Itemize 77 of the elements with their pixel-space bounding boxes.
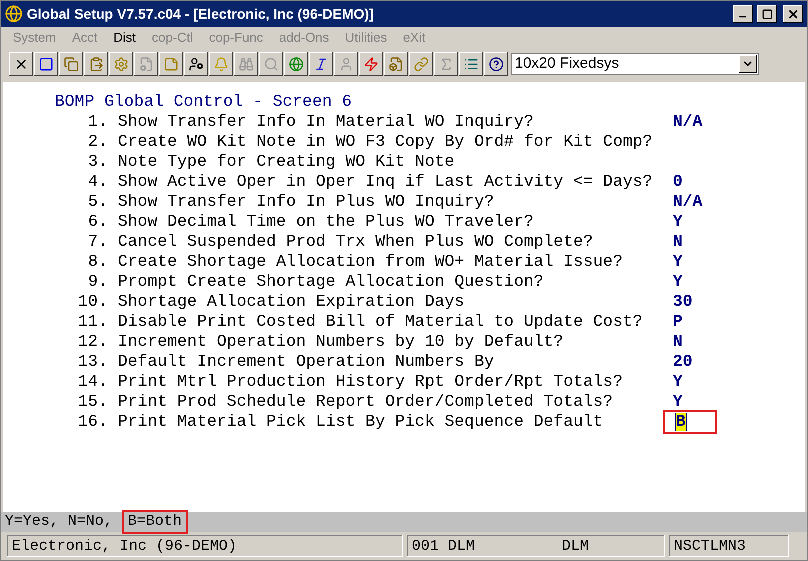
setting-label: Show Decimal Time on the Plus WO Traveler?: [118, 212, 535, 232]
item-number: 12.: [77, 332, 108, 352]
hint-text: Y=Yes, N=No,: [5, 512, 114, 532]
close-icon: [786, 8, 800, 20]
item-number: 15.: [77, 392, 108, 412]
status-user: DLM: [562, 537, 590, 556]
item-number: 9.: [87, 272, 108, 292]
setting-value: N/A: [673, 112, 703, 132]
font-icon[interactable]: [309, 52, 333, 76]
item-number: 10.: [77, 292, 108, 312]
maximize-icon: [762, 8, 772, 20]
setting-label: Cancel Suspended Prod Trx When Plus WO Complete?: [118, 232, 594, 252]
setting-label: Print Mtrl Production History Rpt Order/Rpt Totals?: [118, 372, 624, 392]
item-number: 16.: [77, 412, 108, 432]
status-company: Electronic, Inc (96-DEMO): [7, 535, 403, 557]
note-icon[interactable]: [159, 52, 183, 76]
setting-value: Y: [673, 392, 683, 412]
setting-value: N: [673, 332, 683, 352]
setting-label: Increment Operation Numbers by 10 by Default?: [118, 332, 565, 352]
setting-value: N/A: [673, 192, 703, 212]
link-icon[interactable]: [409, 52, 433, 76]
setting-label: Disable Print Costed Bill of Material to Update Cost?: [118, 312, 644, 332]
item-number: 7.: [87, 232, 108, 252]
setting-value: N: [673, 232, 683, 252]
setting-value: P: [673, 312, 683, 332]
setting-label: Show Transfer Info In Plus WO Inquiry?: [118, 192, 496, 212]
copy-icon[interactable]: [59, 52, 83, 76]
setting-label: Default Increment Operation Numbers By: [118, 352, 496, 372]
setting-label: Create WO Kit Note in WO F3 Copy By Ord# for Kit Comp?: [118, 132, 654, 152]
setting-label: Show Transfer Info In Material WO Inquiry?: [118, 112, 535, 132]
font-select[interactable]: 10x20 Fixedsys: [511, 53, 759, 75]
value-field[interactable]: B: [663, 410, 717, 434]
screen-title: BOMP Global Control - Screen 6: [55, 92, 352, 111]
setting-label: Create Shortage Allocation from WO+ Material Issue?: [118, 252, 624, 272]
item-number: 11.: [77, 312, 108, 332]
list-icon[interactable]: [459, 52, 483, 76]
setting-label: Shortage Allocation Expiration Days: [118, 292, 466, 312]
document-icon[interactable]: [384, 52, 408, 76]
status-program: NSCTLMN3: [669, 535, 789, 557]
setting-value: 0: [673, 172, 683, 192]
hint-text: B=Both: [122, 510, 188, 534]
globe-icon[interactable]: [284, 52, 308, 76]
item-number: 3.: [87, 152, 108, 172]
item-number: 6.: [87, 212, 108, 232]
window-title: Global Setup V7.57.c04 - [Electronic, Inc (96-DEMO)]: [27, 4, 375, 24]
setting-label: Note Type for Creating WO Kit Note: [118, 152, 456, 172]
setting-value: Y: [673, 252, 683, 272]
setting-value: 20: [673, 352, 693, 372]
paste-icon[interactable]: [84, 52, 108, 76]
item-number: 13.: [77, 352, 108, 372]
close-icon[interactable]: [9, 52, 33, 76]
maximize-button[interactable]: [757, 5, 777, 23]
selection-icon[interactable]: [34, 52, 58, 76]
item-number: 4.: [87, 172, 108, 192]
setting-value: Y: [673, 372, 683, 392]
help-icon[interactable]: [484, 52, 508, 76]
setting-label: Print Prod Schedule Report Order/Completed Totals?: [118, 392, 614, 412]
status-session: 001 DLM: [412, 537, 476, 556]
item-number: 2.: [87, 132, 108, 152]
setting-value: Y: [673, 212, 683, 232]
item-number: 5.: [87, 192, 108, 212]
item-number: 8.: [87, 252, 108, 272]
close-button[interactable]: [783, 5, 803, 23]
user-icon[interactable]: [184, 52, 208, 76]
gear-icon[interactable]: [109, 52, 133, 76]
menu-item[interactable]: Dist: [106, 28, 144, 48]
setting-label: Show Active Oper in Oper Inq if Last Activity <= Days?: [118, 172, 654, 192]
item-number: 14.: [77, 372, 108, 392]
lightning-icon[interactable]: [359, 52, 383, 76]
setting-value: Y: [673, 272, 683, 292]
minimize-button[interactable]: [733, 5, 753, 23]
setting-label: Print Material Pick List By Pick Sequence Default: [118, 412, 604, 432]
setting-value: 30: [673, 292, 693, 312]
bell-icon[interactable]: [209, 52, 233, 76]
item-number: 1.: [87, 112, 108, 132]
app-icon: [5, 5, 23, 23]
setting-label: Prompt Create Shortage Allocation Question?: [118, 272, 545, 292]
